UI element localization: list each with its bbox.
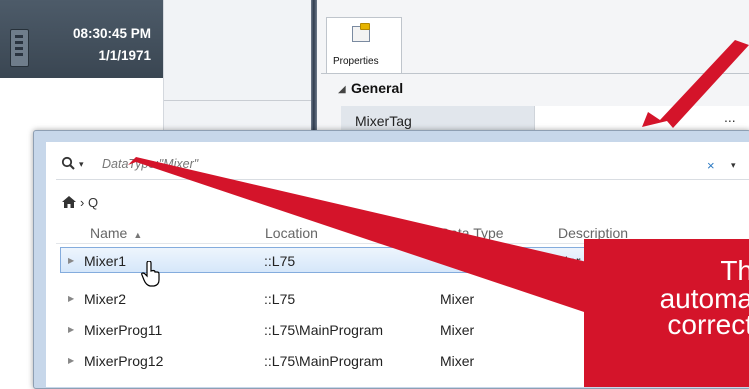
- clear-search-icon[interactable]: ×: [707, 158, 715, 173]
- browse-button[interactable]: ...: [724, 109, 736, 125]
- row-name: MixerProg12: [84, 353, 164, 369]
- sort-ascending-icon: ▲: [133, 230, 143, 240]
- search-icon[interactable]: [61, 156, 77, 172]
- expand-icon[interactable]: ▶: [68, 294, 74, 303]
- row-data-type: Mixer: [440, 291, 475, 307]
- row-location: ::L75: [264, 253, 296, 269]
- home-icon[interactable]: [62, 196, 76, 208]
- row-location: ::L75\MainProgram: [264, 353, 384, 369]
- row-data-type: Mixer: [440, 322, 475, 338]
- expand-icon[interactable]: ▶: [68, 325, 74, 334]
- search-options-caret-icon[interactable]: ▾: [79, 159, 84, 170]
- section-general[interactable]: General: [351, 80, 403, 96]
- search-dropdown-icon[interactable]: ▾: [731, 160, 736, 171]
- row-name: Mixer2: [84, 291, 127, 307]
- row-description: Nor: [558, 253, 581, 269]
- collapse-triangle-icon[interactable]: ◢: [338, 84, 346, 95]
- expand-icon[interactable]: ▶: [68, 256, 74, 265]
- row-data-type: Mixer: [440, 353, 475, 369]
- middle-divider: [164, 100, 311, 101]
- tab-properties-label: Properties: [333, 56, 379, 67]
- properties-header-border: [321, 73, 749, 74]
- properties-icon: [352, 23, 370, 42]
- callout-line: correct: [667, 309, 749, 340]
- row-location: ::L75: [264, 291, 296, 307]
- breadcrumb[interactable]: › Q: [80, 195, 98, 210]
- column-name[interactable]: Name ▲: [90, 225, 142, 241]
- callout-line: Th: [720, 255, 749, 286]
- row-location: ::L75\MainProgram: [264, 322, 384, 338]
- search-input[interactable]: DataType:"Mixer": [102, 157, 198, 171]
- row-name: Mixer1: [84, 253, 127, 269]
- clock-time: 08:30:45 PM: [72, 26, 151, 41]
- column-data-type[interactable]: Data Type: [440, 225, 504, 241]
- expand-icon[interactable]: ▶: [68, 356, 74, 365]
- controller-icon: [10, 29, 29, 67]
- annotation-callout: Th automa correct: [584, 239, 749, 387]
- row-name: MixerProg11: [84, 322, 163, 338]
- clock-date: 1/1/1971: [98, 48, 151, 63]
- property-name: MixerTag: [355, 113, 412, 129]
- column-location[interactable]: Location: [265, 225, 318, 241]
- hand-cursor-icon: [141, 261, 160, 287]
